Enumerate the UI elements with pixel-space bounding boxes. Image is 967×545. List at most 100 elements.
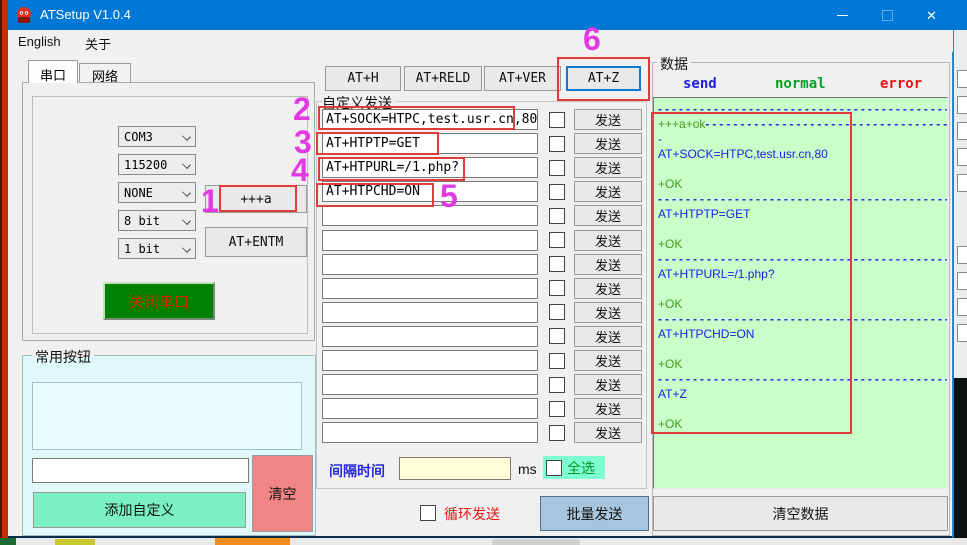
send-checkbox[interactable] — [549, 353, 565, 369]
send-button[interactable]: 发送 — [574, 278, 642, 299]
command-input[interactable] — [322, 398, 538, 419]
send-checkbox[interactable] — [549, 136, 565, 152]
taskbar-icon-fragment — [492, 539, 580, 545]
taskbar-strip — [0, 538, 967, 545]
add-custom-button[interactable]: 添加自定义 — [33, 492, 246, 528]
window-fragment — [957, 174, 967, 192]
data-line: ----------------------------------------… — [658, 102, 947, 117]
data-line: - — [658, 132, 947, 147]
at-ver-button[interactable]: AT+VER — [484, 66, 561, 91]
command-input[interactable]: AT+SOCK=HTPC,test.usr.cn,80 — [322, 109, 538, 130]
at-h-button[interactable]: AT+H — [325, 66, 401, 91]
close-button[interactable]: ✕ — [910, 0, 953, 30]
send-checkbox[interactable] — [549, 232, 565, 248]
data-line: ----------------------------------------… — [658, 312, 947, 327]
window-fragment — [957, 148, 967, 166]
menu-item-english[interactable]: English — [18, 34, 61, 49]
custom-send-row: 发送 — [322, 278, 642, 299]
command-input[interactable]: AT+HTPTP=GET — [322, 133, 538, 154]
command-input[interactable] — [322, 326, 538, 347]
send-checkbox[interactable] — [549, 377, 565, 393]
send-button[interactable]: 发送 — [574, 133, 642, 154]
data-line: AT+HTPURL=/1.php? — [658, 267, 947, 282]
interval-label: 间隔时间 — [329, 461, 385, 481]
custom-send-row: 发送 — [322, 398, 642, 419]
batch-send-button[interactable]: 批量发送 — [540, 496, 649, 531]
at-z-button[interactable]: AT+Z — [566, 66, 641, 91]
stopbits-select[interactable]: 1 bit — [118, 238, 196, 259]
at-entm-button[interactable]: AT+ENTM — [205, 227, 307, 257]
window-title: ATSetup V1.0.4 — [40, 7, 131, 22]
loop-send-checkbox[interactable] — [420, 505, 436, 521]
menu-item-about[interactable]: 关于 — [85, 34, 111, 53]
send-checkbox[interactable] — [549, 112, 565, 128]
baudrate-select[interactable]: 115200 — [118, 154, 196, 175]
legend-send: send — [683, 76, 717, 92]
send-button[interactable]: 发送 — [574, 254, 642, 275]
clear-data-button[interactable]: 清空数据 — [653, 496, 948, 531]
common-buttons-list[interactable] — [32, 382, 302, 450]
databits-select[interactable]: 8 bit — [118, 210, 196, 231]
maximize-button[interactable] — [865, 0, 910, 30]
screen: ATSetup V1.0.4 ✕ English 关于 串口 网络 串口号 波特… — [0, 0, 967, 545]
data-line: AT+SOCK=HTPC,test.usr.cn,80 — [658, 147, 947, 162]
close-icon: ✕ — [926, 9, 937, 22]
send-checkbox[interactable] — [549, 425, 565, 441]
ms-label: ms — [518, 461, 537, 477]
window-fragment — [957, 272, 967, 290]
send-button[interactable]: 发送 — [574, 374, 642, 395]
send-button[interactable]: 发送 — [574, 181, 642, 202]
window-fragment — [954, 378, 967, 538]
taskbar-icon-fragment — [55, 539, 95, 545]
plus-a-button[interactable]: +++a — [205, 185, 307, 213]
send-checkbox[interactable] — [549, 304, 565, 320]
command-input[interactable] — [322, 422, 538, 443]
tab-network[interactable]: 网络 — [79, 63, 131, 83]
data-line — [658, 282, 947, 297]
minimize-button[interactable] — [820, 0, 865, 30]
command-input[interactable] — [322, 278, 538, 299]
parity-select[interactable]: NONE — [118, 182, 196, 203]
interval-input[interactable] — [399, 457, 511, 480]
send-button[interactable]: 发送 — [574, 230, 642, 251]
data-line: ----------------------------------------… — [658, 192, 947, 207]
data-line — [658, 162, 947, 177]
baudrate-value: 115200 — [124, 158, 167, 172]
command-input[interactable]: AT+HTPURL=/1.php? — [322, 157, 538, 178]
send-button[interactable]: 发送 — [574, 398, 642, 419]
send-checkbox[interactable] — [549, 184, 565, 200]
close-port-button[interactable]: 关闭串口 — [103, 282, 215, 320]
command-input[interactable]: AT+HTPCHD=ON — [322, 181, 538, 202]
send-checkbox[interactable] — [549, 280, 565, 296]
command-input[interactable] — [322, 374, 538, 395]
send-button[interactable]: 发送 — [574, 326, 642, 347]
at-reld-button[interactable]: AT+RELD — [404, 66, 482, 91]
clear-common-button[interactable]: 清空 — [252, 455, 313, 532]
send-button[interactable]: 发送 — [574, 302, 642, 323]
send-checkbox[interactable] — [549, 160, 565, 176]
send-button[interactable]: 发送 — [574, 205, 642, 226]
send-checkbox[interactable] — [549, 401, 565, 417]
send-button[interactable]: 发送 — [574, 109, 642, 130]
send-button[interactable]: 发送 — [574, 350, 642, 371]
chevron-down-icon — [182, 132, 191, 141]
com-port-select[interactable]: COM3 — [118, 126, 196, 147]
data-log[interactable]: ----------------------------------------… — [653, 97, 948, 489]
custom-command-input[interactable] — [32, 458, 249, 483]
send-button[interactable]: 发送 — [574, 157, 642, 178]
taskbar-icon-fragment — [215, 538, 290, 545]
command-input[interactable] — [322, 302, 538, 323]
command-input[interactable] — [322, 350, 538, 371]
send-checkbox[interactable] — [549, 328, 565, 344]
send-checkbox[interactable] — [549, 256, 565, 272]
command-input[interactable] — [322, 230, 538, 251]
command-input[interactable] — [322, 205, 538, 226]
select-all-checkbox[interactable] — [546, 460, 562, 476]
send-button[interactable]: 发送 — [574, 422, 642, 443]
tab-serial[interactable]: 串口 — [28, 60, 78, 83]
data-line-text: AT+HTPTP=GET — [658, 207, 750, 222]
send-checkbox[interactable] — [549, 208, 565, 224]
command-input[interactable] — [322, 254, 538, 275]
data-line-text: +OK — [658, 417, 682, 432]
select-all-wrap: 全选 — [543, 456, 605, 479]
